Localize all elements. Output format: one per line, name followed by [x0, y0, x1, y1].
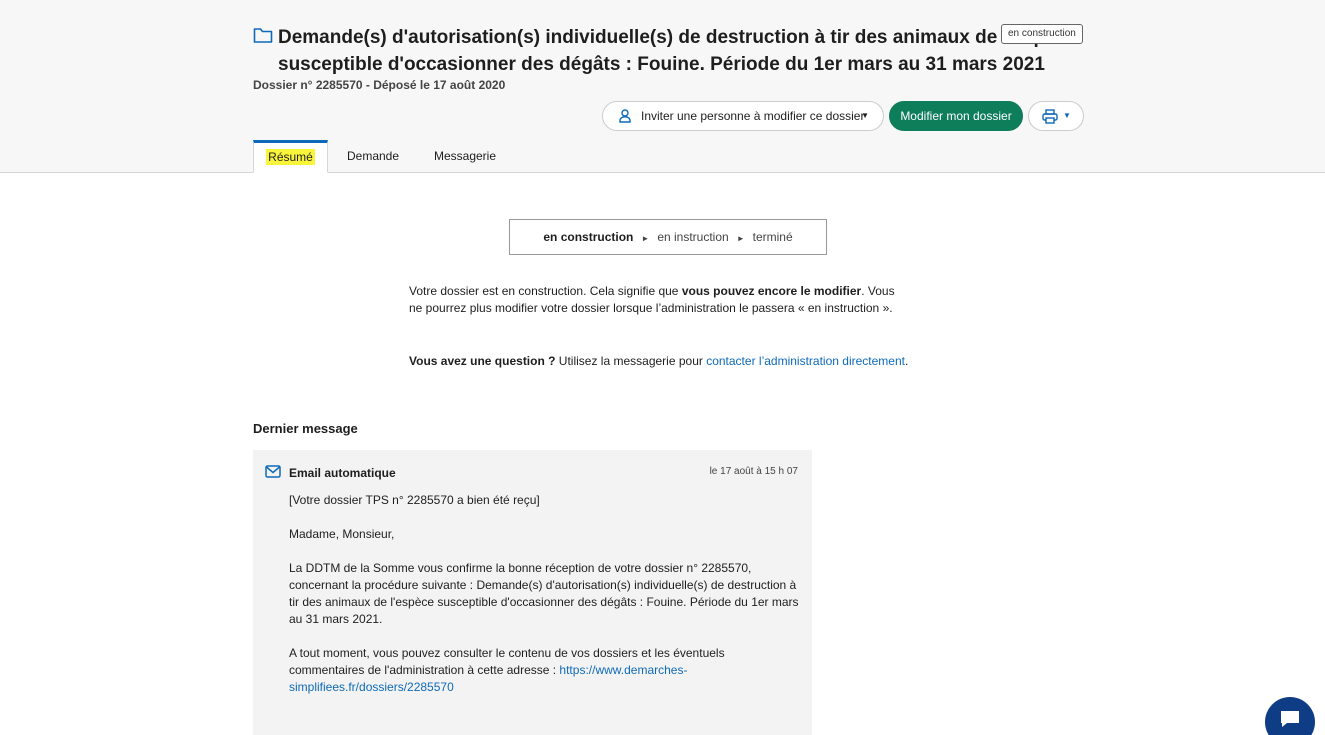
message-sender: Email automatique — [289, 466, 396, 480]
page-title: Demande(s) d'autorisation(s) individuell… — [278, 27, 1077, 75]
last-message-title: Dernier message — [253, 421, 358, 436]
chevron-down-icon: ▼ — [1063, 111, 1071, 120]
dossier-subtitle: Dossier n° 2285570 - Déposé le 17 août 2… — [253, 78, 506, 92]
step-current: en construction — [543, 230, 634, 244]
message-greeting: Madame, Monsieur, — [289, 527, 395, 541]
person-icon — [619, 109, 631, 123]
message-paragraph: A tout moment, vous pouvez consulter le … — [289, 646, 725, 694]
step-last: terminé — [752, 230, 793, 244]
question-help: Vous avez une question ? Utilisez la mes… — [409, 354, 909, 368]
message-date: le 17 août à 15 h 07 — [709, 466, 798, 477]
tab-label: Résumé — [266, 149, 315, 165]
arrow-right-icon: ► — [736, 234, 745, 243]
last-message-card: Email automatique le 17 août à 15 h 07 [… — [253, 450, 812, 735]
dossier-header: Demande(s) d'autorisation(s) individuell… — [0, 0, 1325, 173]
message-body: [Votre dossier TPS n° 2285570 a bien été… — [289, 492, 799, 713]
invite-button-label: Inviter une personne à modifier ce dossi… — [641, 109, 865, 123]
tab-messagerie[interactable]: Messagerie — [430, 140, 500, 173]
chat-bubble-icon — [1281, 711, 1299, 727]
print-button[interactable]: ▼ — [1028, 101, 1084, 131]
step-next: en instruction — [657, 230, 729, 244]
status-explanation: Votre dossier est en construction. Cela … — [409, 284, 895, 315]
status-badge: en construction — [1001, 24, 1083, 44]
status-progress: en construction ► en instruction ► terminé — [509, 219, 827, 255]
contact-admin-link[interactable]: contacter l’administration directement — [706, 354, 905, 368]
message-subject: [Votre dossier TPS n° 2285570 a bien été… — [289, 493, 540, 507]
message-paragraph: La DDTM de la Somme vous confirme la bon… — [289, 561, 799, 626]
printer-icon — [1042, 109, 1058, 124]
arrow-right-icon: ► — [641, 234, 650, 243]
modify-dossier-button[interactable]: Modifier mon dossier — [889, 101, 1023, 131]
mail-icon — [265, 465, 281, 478]
folder-icon — [253, 28, 273, 43]
tab-resume[interactable]: Résumé — [253, 140, 328, 173]
tab-demande[interactable]: Demande — [345, 140, 401, 173]
chevron-down-icon: ▼ — [861, 111, 869, 120]
invite-person-button[interactable]: Inviter une personne à modifier ce dossi… — [602, 101, 884, 131]
chat-button[interactable] — [1265, 697, 1315, 735]
